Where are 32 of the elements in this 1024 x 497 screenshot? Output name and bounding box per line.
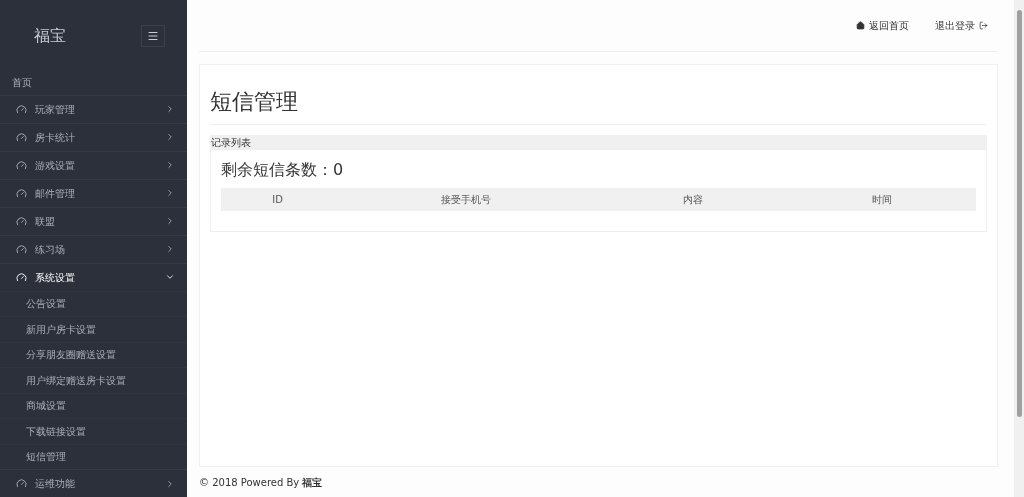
brand-name: 福宝 <box>34 24 66 47</box>
menu-toggle-button[interactable] <box>141 24 165 47</box>
gauge-icon <box>16 478 27 489</box>
chevron-right-icon <box>165 160 175 170</box>
chevron-right-icon <box>165 188 175 198</box>
footer-text: © 2018 Powered By 福宝 <box>199 475 323 490</box>
panel-header: 记录列表 <box>210 135 987 149</box>
chevron-right-icon <box>165 216 175 226</box>
page-title: 短信管理 <box>210 88 299 116</box>
home-link[interactable]: 首页 <box>12 75 32 91</box>
chevron-right-icon <box>165 244 175 254</box>
column-header: 接受手机号 <box>440 193 493 207</box>
chevron-down-icon <box>165 272 175 282</box>
logout-icon <box>979 21 988 30</box>
gauge-icon <box>16 187 27 199</box>
home-icon <box>856 21 865 30</box>
column-header: ID <box>271 193 284 207</box>
gauge-icon <box>16 215 27 227</box>
logout-link[interactable]: 退出登录 <box>935 18 988 33</box>
gauge-icon <box>16 131 27 143</box>
gauge-icon <box>16 271 27 283</box>
chevron-right-icon <box>165 104 175 114</box>
gauge-icon <box>16 243 27 255</box>
menu-icon <box>147 29 159 42</box>
chevron-right-icon <box>165 132 175 142</box>
gauge-icon <box>16 103 27 115</box>
home-link[interactable]: 返回首页 <box>856 18 909 33</box>
gauge-icon <box>16 159 27 171</box>
chevron-right-icon <box>165 478 175 489</box>
remaining-count: 剩余短信条数：0 <box>221 159 345 181</box>
column-header: 时间 <box>870 193 893 207</box>
column-header: 内容 <box>681 193 704 207</box>
